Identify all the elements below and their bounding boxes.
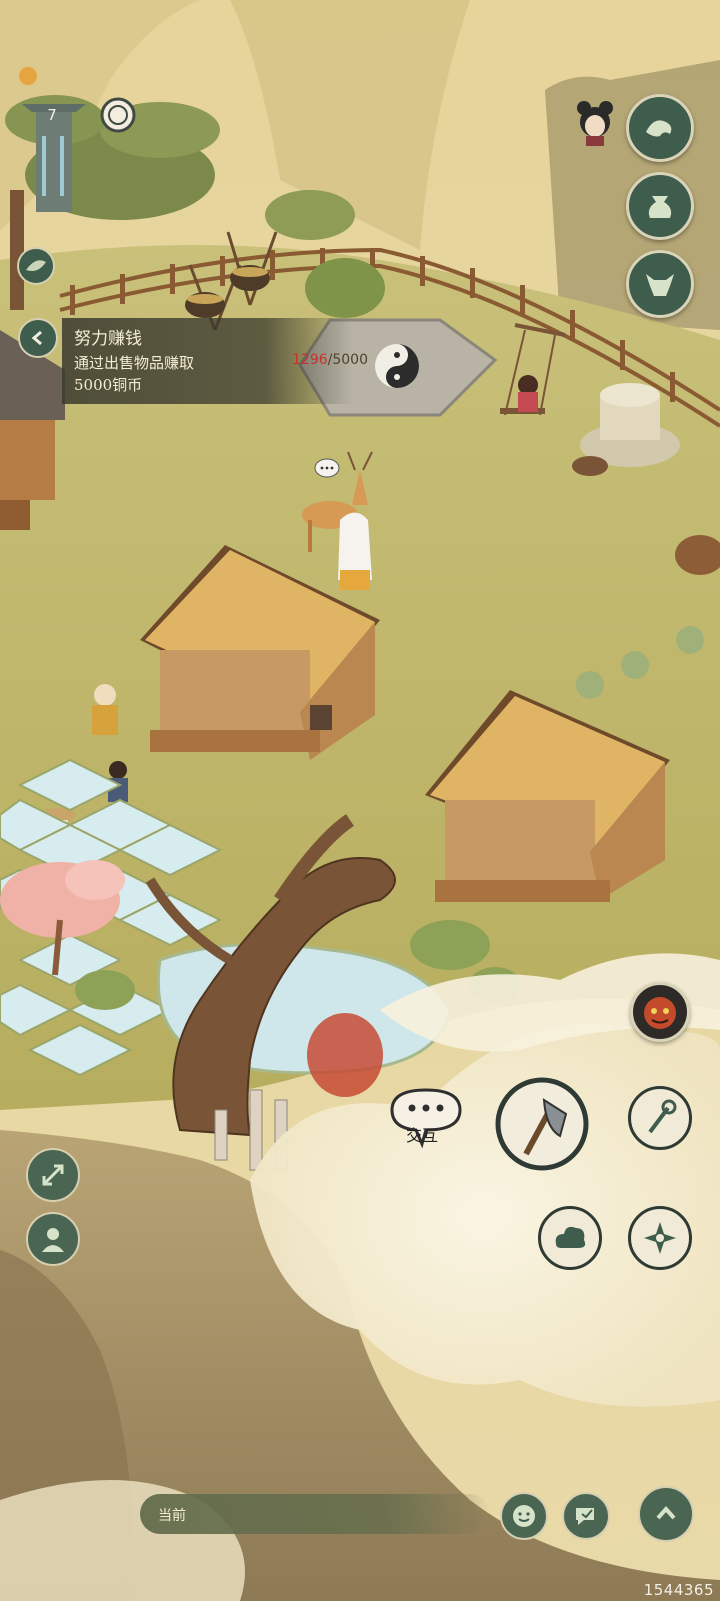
quest-title: 努力赚钱 [74, 329, 142, 349]
axe-icon [495, 1077, 589, 1171]
bush [305, 258, 385, 318]
diamond-star-icon [644, 1222, 676, 1254]
wind-skill-button[interactable] [626, 94, 694, 162]
chat-button[interactable] [562, 1492, 610, 1540]
stone-pillar-icon [19, 67, 86, 212]
speech-dots [314, 458, 340, 478]
monster-button[interactable] [630, 982, 690, 1042]
emote-button[interactable] [500, 1492, 548, 1540]
game-scene[interactable] [0, 0, 720, 1601]
level-number: 7 [47, 106, 57, 124]
current-location-bar[interactable]: 当前 [140, 1494, 490, 1534]
expand-menu-button[interactable] [638, 1486, 694, 1542]
expand-button[interactable] [26, 1148, 80, 1202]
player-character [338, 512, 372, 590]
expand-icon [42, 1164, 64, 1186]
pouch-icon [648, 196, 672, 218]
cloud-skill-button[interactable] [538, 1206, 602, 1270]
villager [92, 684, 118, 735]
quest-progress-total: /5000 [327, 352, 368, 368]
watermark: 1544365 [643, 1581, 714, 1599]
character-avatar[interactable] [572, 98, 618, 148]
staff-icon [648, 1099, 677, 1134]
chat-edit-icon [576, 1508, 594, 1525]
person-button[interactable] [26, 1212, 80, 1266]
interact-label: 交互 [406, 1126, 439, 1145]
shuriken-button[interactable] [628, 1206, 692, 1270]
wind-wave-icon [646, 120, 672, 137]
quest-progress-current: 1296 [292, 352, 328, 368]
staff-button[interactable] [628, 1086, 692, 1150]
ox-head-icon [646, 274, 674, 296]
cloud-swirl-icon [555, 1226, 586, 1248]
interact-button[interactable]: 交互 [384, 1084, 468, 1152]
red-maple [307, 1013, 383, 1097]
level-indicator[interactable] [14, 66, 94, 216]
axe-action-button[interactable] [494, 1076, 590, 1172]
avatar-icon [577, 101, 613, 146]
leaf-icon [17, 247, 55, 285]
chevron-left-icon [31, 330, 42, 346]
quest-collapse-button[interactable] [18, 318, 58, 358]
bag-button[interactable] [626, 172, 694, 240]
ox-button[interactable] [626, 250, 694, 318]
quest-reward: 5000铜币 [74, 376, 143, 394]
bush [265, 190, 355, 240]
spiral-icon [100, 97, 136, 133]
spiral-button[interactable] [100, 97, 136, 133]
quest-progress: 1296/5000 [292, 352, 368, 368]
smile-icon [513, 1505, 535, 1527]
monster-face-icon [644, 997, 676, 1029]
leaf-button[interactable] [16, 246, 56, 286]
quest-description: 通过出售物品赚取 [74, 354, 195, 372]
current-label: 当前 [158, 1508, 186, 1524]
chevron-up-icon [656, 1505, 676, 1520]
person-icon [42, 1228, 64, 1252]
